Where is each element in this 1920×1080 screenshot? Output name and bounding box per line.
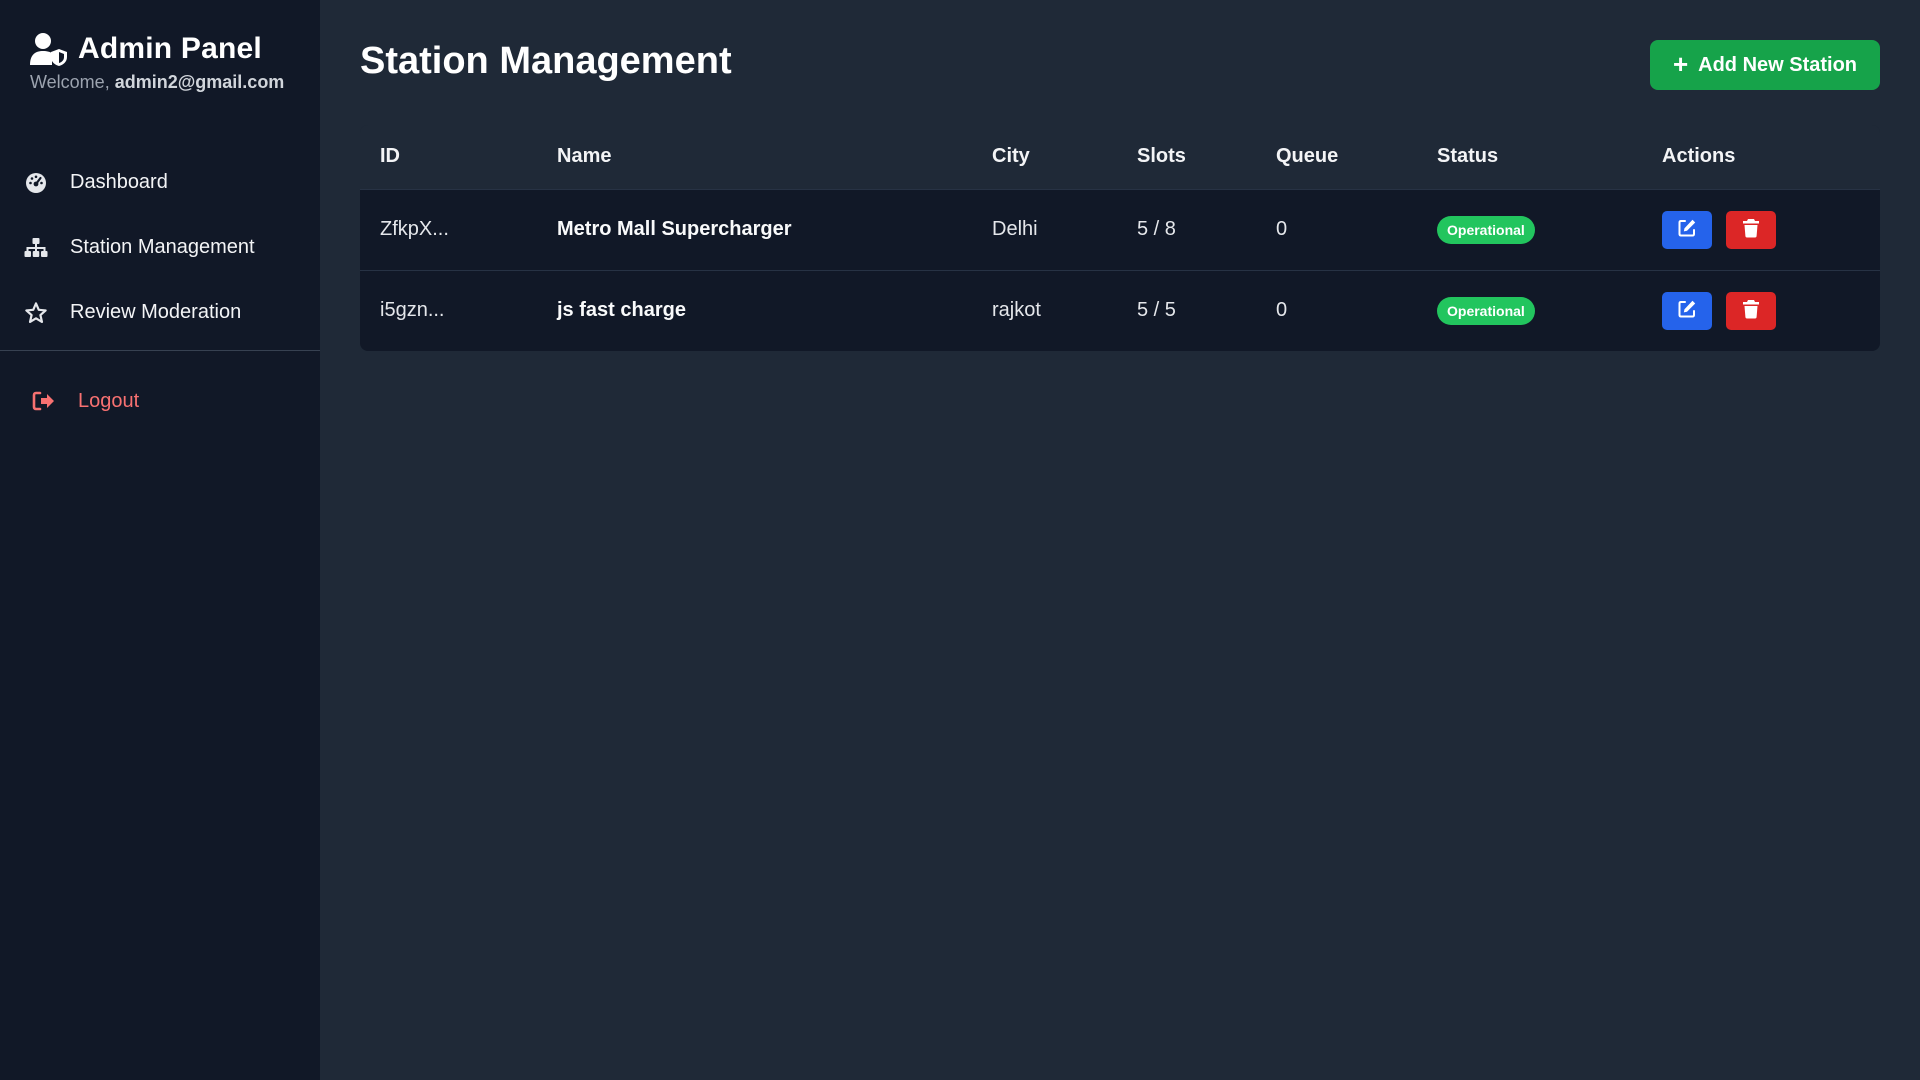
column-header-queue: Queue [1256,125,1417,189]
sidebar-divider [0,350,320,351]
logout-label: Logout [78,389,140,412]
edit-icon [1677,299,1697,322]
station-id: ZfkpX... [380,218,449,240]
status-badge: Operational [1437,215,1535,244]
edit-station-button[interactable] [1662,291,1712,330]
plus-icon: + [1672,48,1689,79]
table-row: ZfkpX... Metro Mall Supercharger Delhi 5… [360,189,1880,270]
station-id: i5gzn... [380,299,445,322]
star-icon [24,301,48,325]
app-title: Admin Panel [78,32,262,65]
sidebar-item-label: Review Moderation [70,301,242,323]
sidebar-item-label: Dashboard [70,171,168,193]
stations-table: ID Name City Slots Queue Status Actions … [360,125,1880,351]
sidebar-item-station-management[interactable]: Station Management [0,215,320,280]
sidebar: Admin Panel Welcome, admin2@gmail.com Da… [0,0,320,1080]
column-header-name: Name [537,125,972,189]
column-header-actions: Actions [1642,125,1880,189]
station-slots: 5 / 8 [1137,218,1176,240]
table-row: i5gzn... js fast charge rajkot 5 / 5 0 O… [360,270,1880,351]
station-queue: 0 [1276,299,1288,322]
delete-station-button[interactable] [1726,291,1776,330]
column-header-slots: Slots [1117,125,1256,189]
status-badge: Operational [1437,296,1535,325]
station-name: Metro Mall Supercharger [557,218,792,240]
station-queue: 0 [1276,218,1288,240]
sitemap-icon [24,236,48,260]
add-new-station-button[interactable]: + Add New Station [1650,40,1880,90]
brand-row: Admin Panel [30,32,284,66]
column-header-city: City [972,125,1117,189]
delete-station-button[interactable] [1726,210,1776,249]
row-actions [1662,291,1880,330]
column-header-status: Status [1417,125,1642,189]
logout-icon [32,389,56,413]
dashboard-gauge-icon [24,171,48,195]
table-header: ID Name City Slots Queue Status Actions [360,125,1880,189]
table-body: ZfkpX... Metro Mall Supercharger Delhi 5… [360,189,1880,351]
add-button-label: Add New Station [1698,53,1858,76]
welcome-prefix: Welcome, [30,72,110,92]
edit-station-button[interactable] [1662,210,1712,249]
station-status-cell: Operational [1417,189,1642,270]
edit-icon [1677,218,1697,241]
logout-button[interactable]: Logout [32,384,139,418]
brand: Admin Panel Welcome, admin2@gmail.com [30,32,284,93]
station-city: Delhi [992,218,1038,240]
user-email: admin2@gmail.com [114,72,285,92]
sidebar-nav: Dashboard Station Management Review Mode… [0,150,320,345]
station-name: js fast charge [557,299,686,322]
main-content: Station Management + Add New Station ID … [320,0,1920,1080]
app-root: Admin Panel Welcome, admin2@gmail.com Da… [0,0,1920,1080]
station-status-cell: Operational [1417,270,1642,351]
row-actions [1662,210,1880,249]
trash-icon [1742,299,1760,322]
station-slots: 5 / 5 [1137,299,1176,322]
page-title: Station Management [360,40,732,82]
sidebar-item-dashboard[interactable]: Dashboard [0,150,320,215]
column-header-id: ID [360,125,537,189]
stations-table-container: ID Name City Slots Queue Status Actions … [360,125,1880,351]
station-actions-cell [1642,270,1880,351]
sidebar-item-label: Station Management [70,236,255,258]
sidebar-item-review-moderation[interactable]: Review Moderation [0,280,320,345]
user-shield-icon [30,32,68,66]
welcome-text: Welcome, admin2@gmail.com [30,72,284,93]
trash-icon [1742,218,1760,241]
station-city: rajkot [992,299,1041,322]
station-actions-cell [1642,189,1880,270]
